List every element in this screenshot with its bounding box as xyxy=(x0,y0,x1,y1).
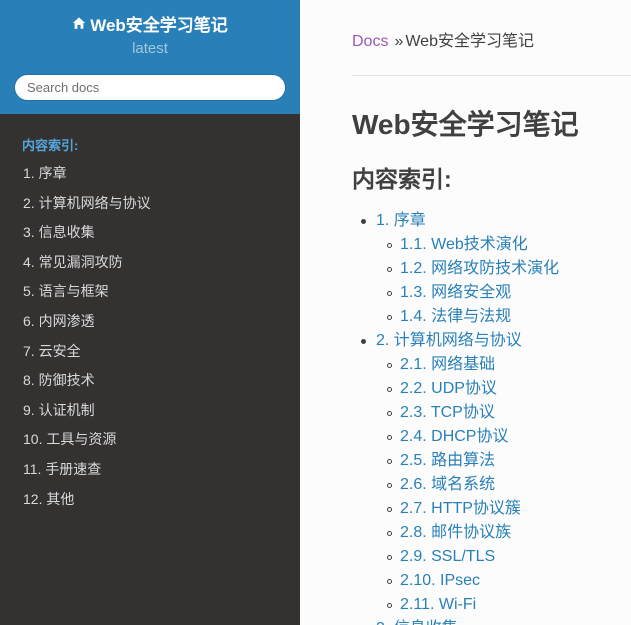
toc-sublink[interactable]: 2.6. 域名系统 xyxy=(400,476,495,493)
circle-bullet-icon xyxy=(387,243,392,248)
toc-sublink[interactable]: 2.10. IPsec xyxy=(400,572,480,589)
sidebar-nav-item[interactable]: 3. 信息收集 xyxy=(0,218,300,248)
docs-page: Web安全学习笔记 latest 内容索引: 1. 序章2. 计算机网络与协议3… xyxy=(0,0,631,625)
toc-subitem: 2.10. IPsec xyxy=(352,569,631,593)
sidebar-caption: 内容索引: xyxy=(22,138,79,153)
breadcrumb-divider xyxy=(352,75,631,76)
breadcrumb-separator: » xyxy=(394,33,404,50)
toc-subitem: 1.1. Web技术演化 xyxy=(352,233,631,257)
sidebar-nav-item[interactable]: 1. 序章 xyxy=(0,159,300,189)
toc-subitem: 2.2. UDP协议 xyxy=(352,377,631,401)
toc-subitem: 1.3. 网络安全观 xyxy=(352,281,631,305)
circle-bullet-icon xyxy=(387,603,392,608)
table-of-contents: 1. 序章 1.1. Web技术演化 1.2. 网络攻防技术演化 1.3. 网络安全观… xyxy=(352,209,631,625)
search-input[interactable] xyxy=(14,74,286,101)
circle-bullet-icon xyxy=(387,387,392,392)
toc-subitem: 1.4. 法律与法规 xyxy=(352,305,631,329)
circle-bullet-icon xyxy=(387,483,392,488)
bullet-icon xyxy=(361,339,366,344)
toc-sublink[interactable]: 2.2. UDP协议 xyxy=(400,380,497,397)
toc-item: 1. 序章 xyxy=(352,209,631,233)
toc-subitem: 2.1. 网络基础 xyxy=(352,353,631,377)
circle-bullet-icon xyxy=(387,315,392,320)
toc-item: 3. 信息收集 xyxy=(352,617,631,625)
sidebar-nav-item[interactable]: 11. 手册速查 xyxy=(0,455,300,485)
toc-subitem: 2.3. TCP协议 xyxy=(352,401,631,425)
sidebar-nav-item[interactable]: 5. 语言与框架 xyxy=(0,277,300,307)
toc-sublink[interactable]: 2.4. DHCP协议 xyxy=(400,428,508,445)
sidebar-header: Web安全学习笔记 latest xyxy=(0,0,300,114)
sidebar-nav-item[interactable]: 7. 云安全 xyxy=(0,337,300,367)
circle-bullet-icon xyxy=(387,459,392,464)
circle-bullet-icon xyxy=(387,291,392,296)
toc-sublink[interactable]: 2.1. 网络基础 xyxy=(400,356,495,373)
toc-subitem: 2.4. DHCP协议 xyxy=(352,425,631,449)
toc-heading: 内容索引: xyxy=(352,166,452,192)
home-icon xyxy=(73,17,86,29)
sidebar-nav-item[interactable]: 10. 工具与资源 xyxy=(0,425,300,455)
toc-subitem: 2.9. SSL/TLS xyxy=(352,545,631,569)
circle-bullet-icon xyxy=(387,555,392,560)
sidebar: Web安全学习笔记 latest 内容索引: 1. 序章2. 计算机网络与协议3… xyxy=(0,0,300,625)
toc-link[interactable]: 2. 计算机网络与协议 xyxy=(376,332,522,349)
breadcrumb: Docs » Web安全学习笔记 xyxy=(352,27,534,51)
toc-sublink[interactable]: 2.9. SSL/TLS xyxy=(400,548,495,565)
sidebar-nav-item[interactable]: 8. 防御技术 xyxy=(0,366,300,396)
circle-bullet-icon xyxy=(387,363,392,368)
circle-bullet-icon xyxy=(387,531,392,536)
toc-subitem: 1.2. 网络攻防技术演化 xyxy=(352,257,631,281)
toc-item: 2. 计算机网络与协议 xyxy=(352,329,631,353)
bullet-icon xyxy=(361,219,366,224)
circle-bullet-icon xyxy=(387,435,392,440)
toc-subitem: 2.6. 域名系统 xyxy=(352,473,631,497)
sidebar-nav-item[interactable]: 6. 内网渗透 xyxy=(0,307,300,337)
toc-sublink[interactable]: 2.8. 邮件协议族 xyxy=(400,524,511,541)
project-title: Web安全学习笔记 xyxy=(90,15,228,35)
circle-bullet-icon xyxy=(387,411,392,416)
toc-sublink[interactable]: 2.3. TCP协议 xyxy=(400,404,495,421)
toc-sublink[interactable]: 2.5. 路由算法 xyxy=(400,452,495,469)
toc-sublink[interactable]: 1.4. 法律与法规 xyxy=(400,308,511,325)
project-home-link[interactable]: Web安全学习笔记 xyxy=(0,12,300,35)
toc-sublink[interactable]: 2.7. HTTP协议簇 xyxy=(400,500,521,517)
toc-sublink[interactable]: 1.2. 网络攻防技术演化 xyxy=(400,260,559,277)
sidebar-nav-item[interactable]: 4. 常见漏洞攻防 xyxy=(0,248,300,278)
toc-sublink[interactable]: 1.1. Web技术演化 xyxy=(400,236,528,253)
circle-bullet-icon xyxy=(387,507,392,512)
breadcrumb-current: Web安全学习笔记 xyxy=(405,33,534,50)
sidebar-nav-item[interactable]: 9. 认证机制 xyxy=(0,396,300,426)
toc-link[interactable]: 1. 序章 xyxy=(376,212,426,229)
toc-sublink[interactable]: 2.11. Wi-Fi xyxy=(400,596,476,613)
toc-subitem: 2.7. HTTP协议簇 xyxy=(352,497,631,521)
toc-list: 1. 序章 1.1. Web技术演化 1.2. 网络攻防技术演化 1.3. 网络安全观… xyxy=(352,209,631,625)
circle-bullet-icon xyxy=(387,267,392,272)
toc-subitem: 2.8. 邮件协议族 xyxy=(352,521,631,545)
toc-link[interactable]: 3. 信息收集 xyxy=(376,620,458,625)
sidebar-nav-item[interactable]: 12. 其他 xyxy=(0,485,300,515)
main-content: Docs» Web安全学习笔记 Web安全学习笔记 内容索引: 1. 序章 1.1.… xyxy=(300,0,631,625)
toc-sublink[interactable]: 1.3. 网络安全观 xyxy=(400,284,511,301)
sidebar-nav: 1. 序章 2. 计算机网络与协议 3. 信息收集 4. 常见漏洞攻防 5. 语言与框架… xyxy=(0,159,300,514)
sidebar-nav-item[interactable]: 2. 计算机网络与协议 xyxy=(0,189,300,219)
toc-subitem: 2.11. Wi-Fi xyxy=(352,593,631,617)
breadcrumb-docs-link[interactable]: Docs xyxy=(352,33,388,50)
circle-bullet-icon xyxy=(387,579,392,584)
toc-subitem: 2.5. 路由算法 xyxy=(352,449,631,473)
version-label: latest xyxy=(132,40,168,57)
page-title: Web安全学习笔记 xyxy=(352,109,579,140)
